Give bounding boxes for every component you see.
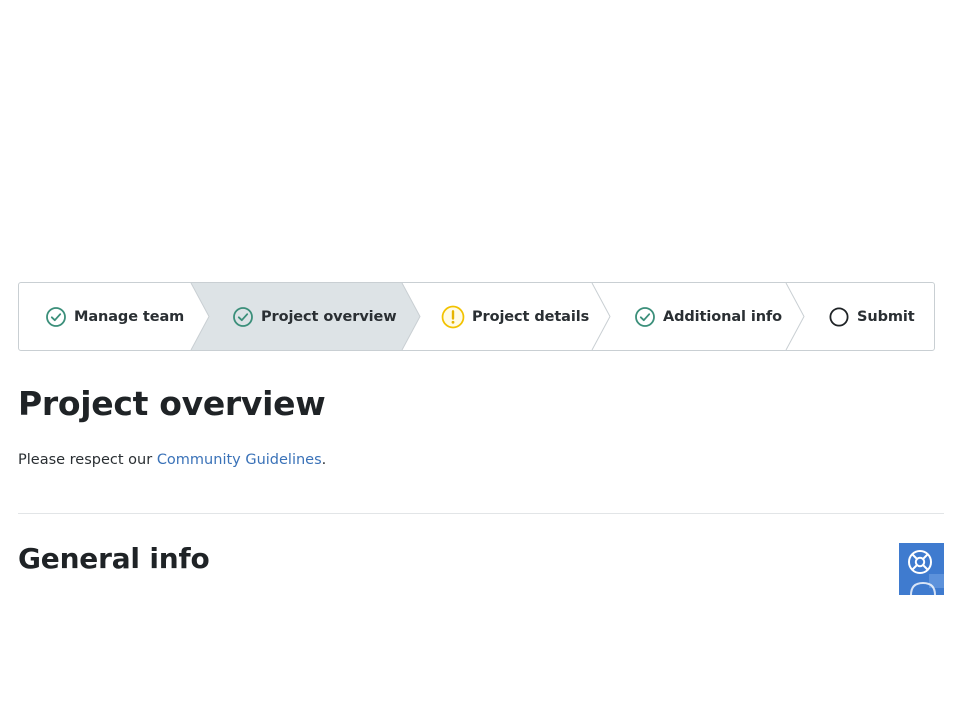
step-separator <box>591 283 611 350</box>
progress-stepper: Manage team Project overview Project det… <box>18 282 935 351</box>
step-submit[interactable]: Submit <box>828 283 915 350</box>
page-title: Project overview <box>18 384 326 423</box>
empty-circle-icon <box>829 306 849 327</box>
check-circle-icon <box>233 306 253 327</box>
section-divider <box>18 513 944 514</box>
step-project-details[interactable]: Project details <box>441 283 589 350</box>
help-widget-button[interactable] <box>899 543 944 595</box>
lifebuoy-icon <box>908 550 944 595</box>
exclamation-circle-icon <box>441 305 465 328</box>
step-manage-team[interactable]: Manage team <box>45 283 184 350</box>
section-title: General info <box>18 542 210 575</box>
step-separator <box>785 283 805 350</box>
intro-prefix: Please respect our <box>18 452 157 468</box>
step-label: Manage team <box>74 308 185 325</box>
step-label: Project overview <box>261 308 397 325</box>
check-circle-icon <box>46 306 66 327</box>
intro-suffix: . <box>321 452 327 468</box>
step-additional-info[interactable]: Additional info <box>634 283 782 350</box>
step-label: Additional info <box>663 308 783 325</box>
step-project-overview[interactable]: Project overview <box>232 283 397 350</box>
intro-text: Please respect our Community Guidelines. <box>18 452 326 468</box>
community-guidelines-link[interactable]: Community Guidelines <box>157 452 322 468</box>
check-circle-icon <box>635 306 655 327</box>
step-label: Project details <box>472 308 590 325</box>
step-label: Submit <box>857 308 915 325</box>
